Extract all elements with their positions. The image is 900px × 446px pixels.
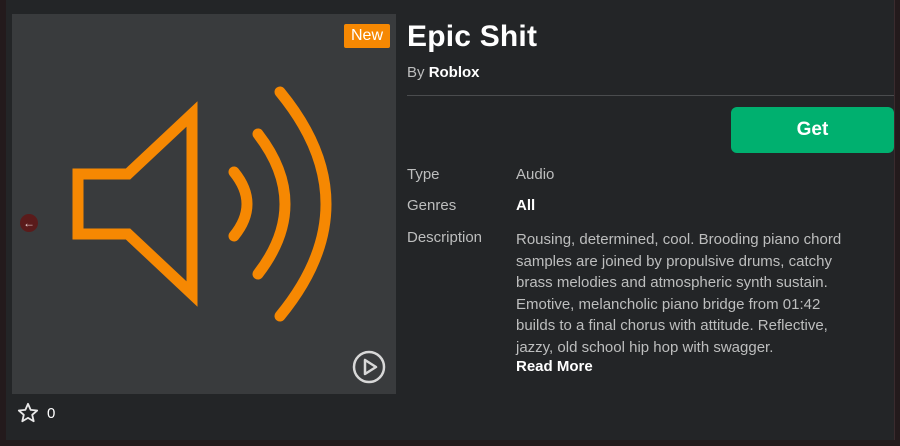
- description-line: Emotive, melancholic piano bridge from 0…: [516, 295, 821, 313]
- item-thumbnail: New: [12, 14, 396, 394]
- get-button[interactable]: Get: [731, 107, 894, 153]
- description-line: Rousing, determined, cool. Brooding pian…: [516, 231, 842, 248]
- item-title: Epic Shit: [407, 20, 538, 53]
- type-value: Audio: [516, 166, 555, 183]
- creator-link[interactable]: Roblox: [429, 64, 480, 81]
- description-label: Description: [407, 229, 483, 246]
- star-icon[interactable]: [17, 402, 39, 424]
- genres-label: Genres: [407, 197, 457, 214]
- item-details-panel: New ← 0 Epic Shit By Roblox Get Type Aud…: [6, 0, 895, 440]
- by-prefix: By: [407, 64, 425, 81]
- description-text: Rousing, determined, cool. Brooding pian…: [516, 229, 900, 359]
- divider: [407, 95, 894, 96]
- favorites-count: 0: [47, 404, 56, 422]
- creator-byline: By Roblox: [407, 64, 480, 81]
- speaker-icon: [72, 86, 332, 322]
- description-line: builds to a final chorus with attitude. …: [516, 317, 828, 335]
- genres-value[interactable]: All: [516, 197, 535, 214]
- play-icon[interactable]: [352, 350, 386, 384]
- read-more-link[interactable]: Read More: [516, 358, 593, 375]
- favorite-control[interactable]: 0: [17, 402, 55, 424]
- back-arrow-icon[interactable]: ←: [20, 214, 38, 232]
- description-line: samples are joined by propulsive drums, …: [516, 252, 832, 270]
- new-badge: New: [343, 24, 390, 48]
- description-line: brass melodies and atmospheric synth sus…: [516, 274, 828, 292]
- description-line: jazzy, old school hip hop with swagger.: [516, 338, 774, 356]
- type-label: Type: [407, 166, 440, 183]
